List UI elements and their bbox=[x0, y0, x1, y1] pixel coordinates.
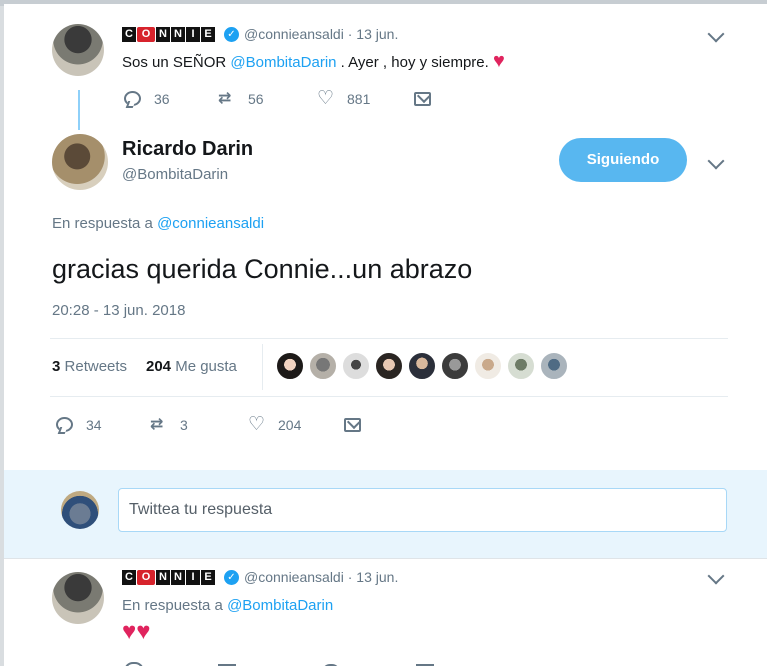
main-display-name[interactable]: Ricardo Darin bbox=[122, 138, 253, 161]
reply-count: 36 bbox=[154, 91, 170, 107]
tweet3-date[interactable]: 13 jun. bbox=[356, 569, 398, 585]
reply-icon bbox=[124, 90, 144, 108]
tweet1-handle-date: @connieansaldi · 13 jun. bbox=[244, 26, 398, 42]
retweet-icon: ⇄ bbox=[150, 416, 164, 433]
tweet-timestamp[interactable]: 20:28 - 13 jun. 2018 bbox=[52, 302, 185, 319]
like-count: 204 bbox=[278, 417, 302, 433]
like-action[interactable]: ♡ 881 bbox=[317, 88, 371, 109]
verified-icon: ✓ bbox=[224, 27, 239, 42]
avatar-connie[interactable] bbox=[52, 24, 104, 76]
like-action[interactable]: ♡ 204 bbox=[248, 414, 302, 435]
divider bbox=[4, 558, 767, 559]
main-handle[interactable]: @BombitaDarin bbox=[122, 166, 228, 183]
chevron-down-icon[interactable] bbox=[707, 25, 725, 43]
tweet3-in-reply-to: En respuesta a @BombitaDarin bbox=[122, 597, 333, 614]
tweet1-text-end: . Ayer , hoy y siempre. bbox=[340, 54, 489, 71]
tweet3-handle-date: @connieansaldi · 13 jun. bbox=[244, 569, 398, 585]
reply-icon bbox=[56, 416, 76, 434]
mail-icon bbox=[414, 90, 434, 108]
my-avatar[interactable] bbox=[61, 491, 99, 529]
retweet-count: 56 bbox=[248, 91, 264, 107]
liker-avatar[interactable] bbox=[540, 352, 568, 380]
like-count: 881 bbox=[347, 91, 371, 107]
thread-connector bbox=[78, 90, 80, 130]
main-tweet-text: gracias querida Connie...un abrazo bbox=[52, 254, 473, 284]
stats-retweets[interactable]: 3 Retweets bbox=[52, 358, 127, 375]
heart-emoji: ♥ bbox=[492, 50, 505, 72]
liker-avatar[interactable] bbox=[441, 352, 469, 380]
reply-icon[interactable] bbox=[124, 662, 144, 666]
in-reply-prefix: En respuesta a bbox=[52, 215, 153, 232]
liker-avatar[interactable] bbox=[276, 352, 304, 380]
in-reply-handle[interactable]: @BombitaDarin bbox=[227, 597, 333, 614]
in-reply-handle[interactable]: @connieansaldi bbox=[157, 215, 264, 232]
avatar-connie[interactable] bbox=[52, 572, 104, 624]
stats-likes-label: Me gusta bbox=[175, 358, 237, 375]
chevron-down-icon[interactable] bbox=[707, 152, 725, 170]
tweet1-text: Sos un SEÑOR @BombitaDarin . Ayer , hoy … bbox=[122, 50, 505, 73]
retweet-icon: ⇄ bbox=[218, 90, 232, 107]
in-reply-prefix: En respuesta a bbox=[122, 597, 223, 614]
dm-action[interactable] bbox=[344, 416, 364, 434]
tweet3-handle[interactable]: @connieansaldi bbox=[244, 569, 344, 585]
dot-separator: · bbox=[347, 569, 353, 585]
connie-logo[interactable]: CONNIE bbox=[122, 27, 215, 42]
tweet3-text: ♥♥ bbox=[122, 618, 151, 645]
divider bbox=[50, 338, 728, 339]
verified-icon: ✓ bbox=[224, 570, 239, 585]
retweet-count: 3 bbox=[180, 417, 188, 433]
likers-avatars bbox=[276, 352, 568, 380]
tweet1-text-start: Sos un SEÑOR bbox=[122, 54, 227, 71]
heart-outline-icon: ♡ bbox=[317, 88, 335, 109]
dot-separator: · bbox=[347, 26, 353, 42]
tweet-detail-panel: CONNIE ✓ @connieansaldi · 13 jun. Sos un… bbox=[4, 4, 767, 666]
mention-link[interactable]: @BombitaDarin bbox=[230, 54, 336, 71]
divider bbox=[50, 396, 728, 397]
reply-action[interactable]: 34 bbox=[56, 416, 102, 434]
reply-action[interactable]: 36 bbox=[124, 90, 170, 108]
dm-action[interactable] bbox=[414, 90, 434, 108]
stats-likes[interactable]: 204 Me gusta bbox=[146, 358, 237, 375]
heart-outline-icon: ♡ bbox=[248, 414, 266, 435]
liker-avatar[interactable] bbox=[408, 352, 436, 380]
reply-input[interactable]: Twittea tu respuesta bbox=[118, 488, 727, 532]
avatar-ricardo[interactable] bbox=[52, 134, 108, 190]
following-button[interactable]: Siguiendo bbox=[559, 138, 687, 182]
in-reply-to: En respuesta a @connieansaldi bbox=[52, 215, 264, 232]
stats-retweets-count: 3 bbox=[52, 358, 61, 375]
chevron-down-icon[interactable] bbox=[707, 567, 725, 585]
stats-likes-count: 204 bbox=[146, 358, 172, 375]
liker-avatar[interactable] bbox=[474, 352, 502, 380]
retweet-action[interactable]: ⇄ 56 bbox=[218, 90, 264, 108]
stats-separator bbox=[262, 344, 263, 390]
stats-retweets-label: Retweets bbox=[64, 358, 128, 375]
liker-avatar[interactable] bbox=[507, 352, 535, 380]
tweet1-handle[interactable]: @connieansaldi bbox=[244, 26, 344, 42]
reply-count: 34 bbox=[86, 417, 102, 433]
liker-avatar[interactable] bbox=[342, 352, 370, 380]
retweet-action[interactable]: ⇄ 3 bbox=[150, 416, 188, 434]
connie-logo[interactable]: CONNIE bbox=[122, 570, 215, 585]
mail-icon bbox=[344, 416, 364, 434]
liker-avatar[interactable] bbox=[375, 352, 403, 380]
liker-avatar[interactable] bbox=[309, 352, 337, 380]
tweet1-date[interactable]: 13 jun. bbox=[356, 26, 398, 42]
